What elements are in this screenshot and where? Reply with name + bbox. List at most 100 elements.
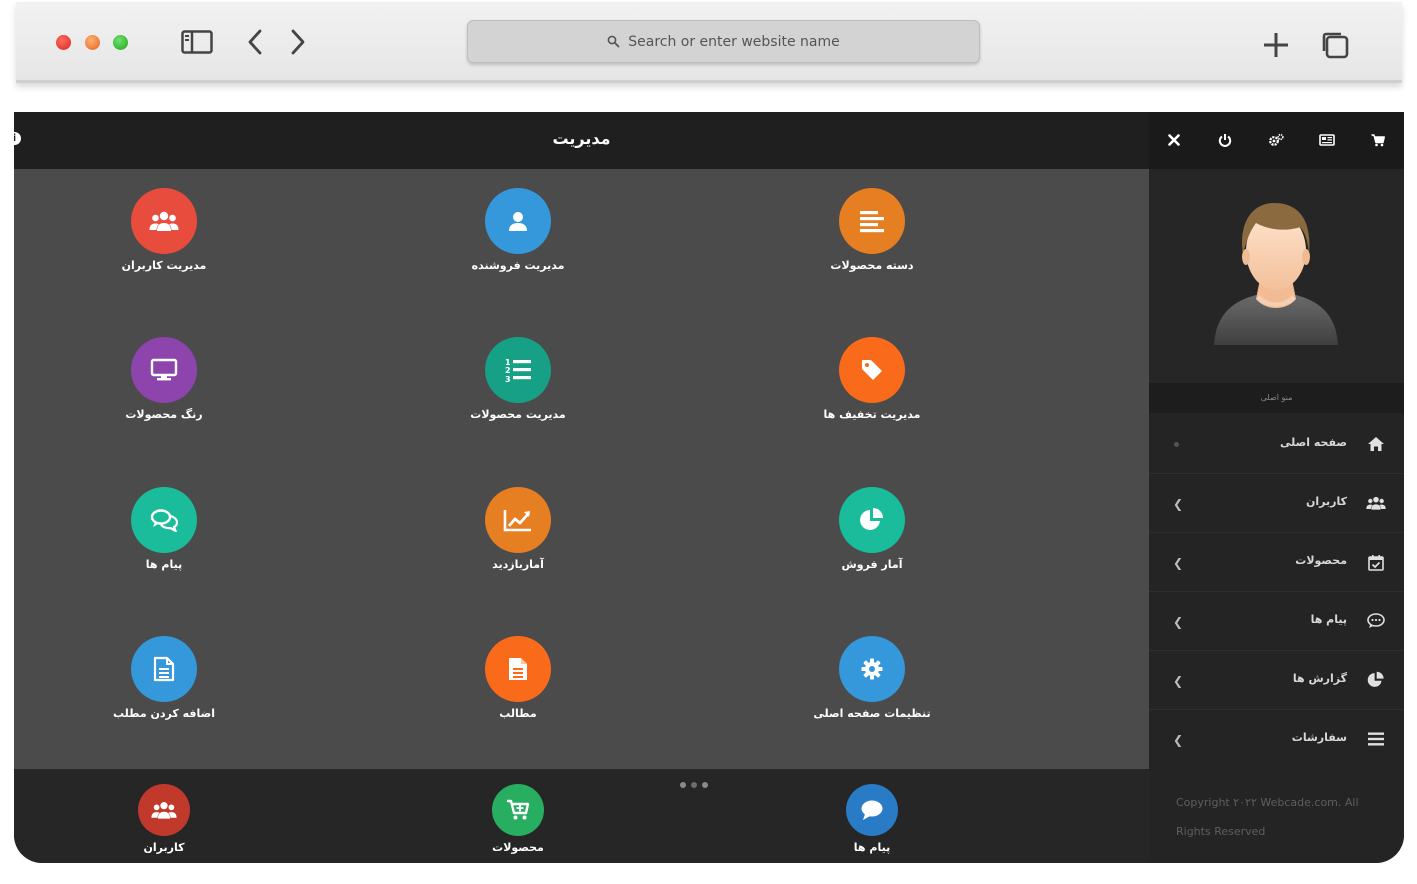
menu-title: منو اصلی bbox=[1149, 383, 1404, 413]
chevron-left-icon: ❮ bbox=[1173, 497, 1184, 511]
tile-label: آماربازدید bbox=[492, 558, 544, 571]
tile-add-article[interactable]: اضافه کردن مطلب bbox=[64, 636, 264, 720]
tile-user-management[interactable]: مدیریت کاربران bbox=[64, 188, 264, 272]
users-icon bbox=[138, 784, 190, 836]
align-left-icon bbox=[839, 188, 905, 254]
tile-label: مدیریت تخفیف ها bbox=[823, 408, 921, 421]
sidebar-item-users[interactable]: کاربران ❮ bbox=[1149, 474, 1404, 533]
chevron-left-icon: ❮ bbox=[1173, 556, 1184, 570]
forward-icon[interactable] bbox=[289, 28, 307, 60]
tile-label: دسته محصولات bbox=[830, 259, 914, 272]
sidebar-item-messages[interactable]: پیام ها ❮ bbox=[1149, 592, 1404, 651]
tag-icon bbox=[839, 337, 905, 403]
pie-chart-icon bbox=[1366, 670, 1386, 690]
sidebar-item-label: محصولات bbox=[1295, 554, 1347, 567]
search-icon bbox=[607, 35, 620, 48]
tile-label: اضافه کردن مطلب bbox=[113, 707, 215, 720]
dock-label: پیام ها bbox=[853, 841, 891, 854]
tile-product-management[interactable]: 123 مدیریت محصولات bbox=[418, 337, 618, 421]
line-chart-icon bbox=[485, 487, 551, 553]
sidebar-item-reports[interactable]: گزارش ها ❮ bbox=[1149, 651, 1404, 710]
browser-toolbar: Search or enter website name bbox=[16, 2, 1402, 83]
chevron-left-icon: ❮ bbox=[1173, 615, 1184, 629]
tile-seller-management[interactable]: مدیریت فروشنده bbox=[418, 188, 618, 272]
tile-label: آمار فروش bbox=[841, 558, 903, 571]
tile-discount-management[interactable]: مدیریت تخفیف ها bbox=[772, 337, 972, 421]
page-title: مدیریت bbox=[552, 129, 611, 148]
tile-label: مدیریت محصولات bbox=[470, 408, 566, 421]
tile-visit-stats[interactable]: آماربازدید bbox=[418, 487, 618, 571]
ordered-list-icon: 123 bbox=[485, 337, 551, 403]
file-icon bbox=[485, 636, 551, 702]
new-tab-icon[interactable] bbox=[1262, 31, 1290, 63]
sidebar-menu: صفحه اصلی کاربران ❮ محصولات ❮ پیام ها ❮ … bbox=[1149, 415, 1404, 768]
calendar-check-icon bbox=[1366, 552, 1386, 572]
tile-label: مدیریت کاربران bbox=[121, 259, 207, 272]
tile-homepage-settings[interactable]: تنظیمات صفحه اصلی bbox=[772, 636, 972, 720]
back-icon[interactable] bbox=[246, 28, 264, 60]
tile-label: پیام ها bbox=[145, 558, 183, 571]
users-icon bbox=[1366, 493, 1386, 513]
user-icon bbox=[485, 188, 551, 254]
dock-label: محصولات bbox=[492, 841, 544, 854]
cart-icon[interactable] bbox=[1370, 132, 1386, 148]
pie-chart-icon bbox=[839, 487, 905, 553]
dock-item-products[interactable]: محصولات bbox=[418, 784, 618, 854]
svg-text:2: 2 bbox=[505, 366, 511, 375]
file-text-icon bbox=[131, 636, 197, 702]
minimize-window-button[interactable] bbox=[85, 35, 100, 50]
dock-item-messages[interactable]: پیام ها bbox=[772, 784, 972, 854]
tile-sales-stats[interactable]: آمار فروش bbox=[772, 487, 972, 571]
cart-plus-icon bbox=[492, 784, 544, 836]
page-indicator[interactable] bbox=[680, 782, 708, 788]
sidebar-item-orders[interactable]: سفارشات ❮ bbox=[1149, 710, 1404, 768]
zoom-window-button[interactable] bbox=[113, 35, 128, 50]
close-icon[interactable] bbox=[1166, 132, 1182, 148]
comment-icon bbox=[846, 784, 898, 836]
bottom-dock: پیام ها محصولات کاربران bbox=[14, 769, 1149, 863]
tile-label: رنگ محصولات bbox=[125, 408, 203, 421]
tile-label: تنظیمات صفحه اصلی bbox=[813, 707, 931, 720]
address-bar[interactable]: Search or enter website name bbox=[467, 20, 980, 63]
app-header: i مدیریت bbox=[14, 112, 1149, 169]
dashboard-grid: دسته محصولات مدیریت فروشنده مدیریت کاربر… bbox=[14, 169, 1149, 769]
tile-articles[interactable]: مطالب bbox=[418, 636, 618, 720]
users-icon bbox=[131, 188, 197, 254]
comment-dots-icon bbox=[1366, 611, 1386, 631]
sidebar-item-label: پیام ها bbox=[1310, 613, 1347, 626]
dock-label: کاربران bbox=[143, 841, 185, 854]
cogs-icon[interactable] bbox=[1268, 132, 1284, 148]
sidebar-item-products[interactable]: محصولات ❮ bbox=[1149, 533, 1404, 592]
tile-product-colors[interactable]: رنگ محصولات bbox=[64, 337, 264, 421]
chevron-left-icon: ❮ bbox=[1173, 674, 1184, 688]
sidebar-toolbar bbox=[1149, 112, 1404, 169]
gear-icon bbox=[839, 636, 905, 702]
sidebar-item-label: گزارش ها bbox=[1292, 672, 1347, 685]
newspaper-icon[interactable] bbox=[1319, 132, 1335, 148]
home-icon bbox=[1366, 434, 1386, 454]
bullet-icon bbox=[1174, 442, 1179, 447]
tile-label: مدیریت فروشنده bbox=[471, 259, 565, 272]
power-icon[interactable] bbox=[1217, 132, 1233, 148]
svg-text:3: 3 bbox=[505, 375, 511, 383]
bars-icon bbox=[1366, 729, 1386, 749]
sidebar-item-label: سفارشات bbox=[1291, 731, 1347, 744]
chevron-left-icon: ❮ bbox=[1173, 733, 1184, 747]
tile-label: مطالب bbox=[499, 707, 537, 720]
sidebar-item-home[interactable]: صفحه اصلی bbox=[1149, 415, 1404, 474]
profile-area bbox=[1149, 169, 1404, 383]
dock-item-users[interactable]: کاربران bbox=[64, 784, 264, 854]
admin-app: i مدیریت دسته محصولات مدیریت فروشنده مدی… bbox=[14, 112, 1404, 863]
tab-overview-icon[interactable] bbox=[1320, 30, 1350, 64]
avatar[interactable] bbox=[1212, 195, 1340, 347]
copyright-text: Copyright ۲۰۲۲ Webcade.com. All Rights R… bbox=[1176, 796, 1359, 838]
sidebar-toggle-icon[interactable] bbox=[181, 30, 213, 58]
monitor-icon bbox=[131, 337, 197, 403]
comments-icon bbox=[131, 487, 197, 553]
tile-messages[interactable]: پیام ها bbox=[64, 487, 264, 571]
sidebar: منو اصلی صفحه اصلی کاربران ❮ محصولات ❮ پ… bbox=[1149, 112, 1404, 863]
tile-product-categories[interactable]: دسته محصولات bbox=[772, 188, 972, 272]
address-placeholder: Search or enter website name bbox=[628, 33, 840, 50]
sidebar-item-label: کاربران bbox=[1306, 495, 1347, 508]
close-window-button[interactable] bbox=[56, 35, 71, 50]
